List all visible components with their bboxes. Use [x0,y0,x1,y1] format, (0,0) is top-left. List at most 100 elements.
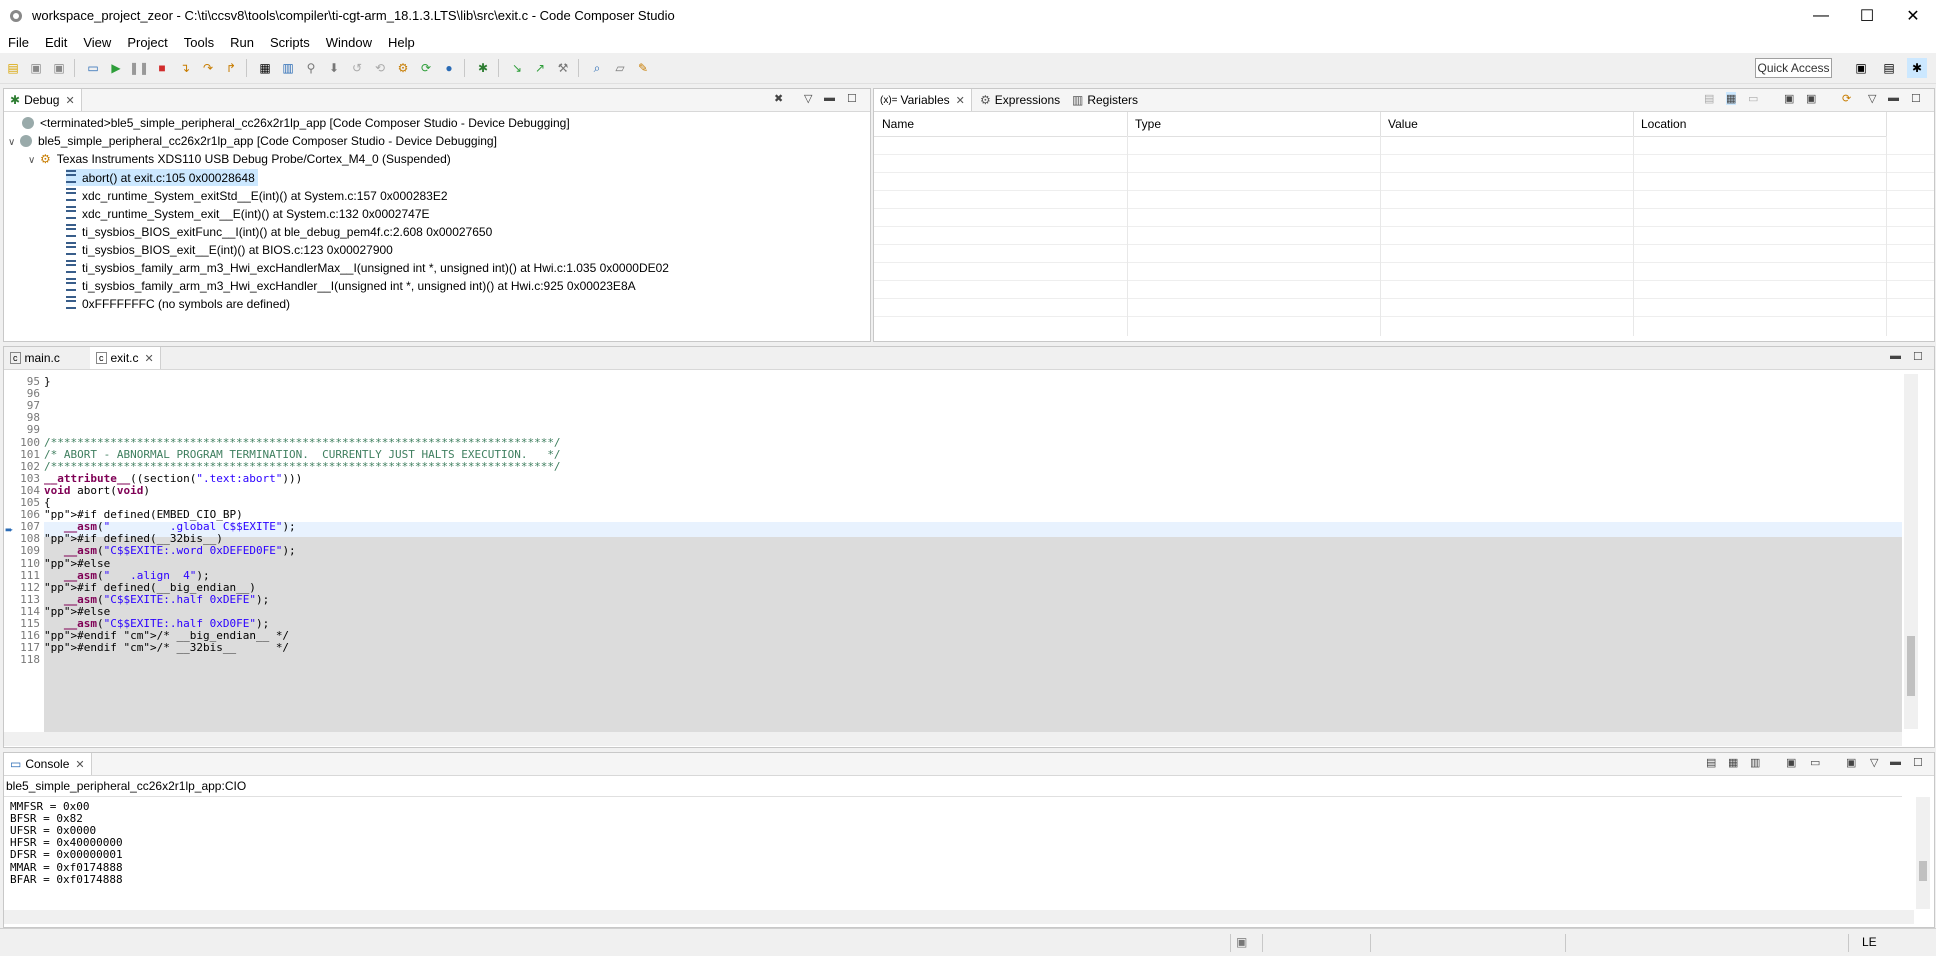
step-into-icon[interactable]: ↴ [175,58,195,78]
tab-expressions[interactable]: ⚙ Expressions [974,89,1066,111]
console-horizontal-scrollbar[interactable] [4,910,1914,924]
tab-registers[interactable]: ▥ Registers [1066,89,1144,111]
close-icon[interactable]: ✕ [145,352,154,365]
tab-exit-c[interactable]: c exit.c ✕ [90,347,161,369]
menu-edit[interactable]: Edit [37,35,75,50]
minimize-button[interactable]: — [1798,0,1844,31]
chevron-down-icon[interactable]: ∨ [28,152,40,169]
grid-icon[interactable]: ▦ [255,58,275,78]
annotation-icon[interactable]: ▱ [610,58,630,78]
close-button[interactable]: ✕ [1890,0,1936,31]
minimize-view-icon[interactable]: ▬ [824,92,835,104]
menu-window[interactable]: Window [318,35,380,50]
status-progress-icon[interactable]: ▣ [1236,935,1247,949]
column-header-location[interactable]: Location [1633,112,1887,137]
clear-console-icon[interactable]: ▤ [1706,756,1716,769]
bug-icon[interactable]: ✱ [473,58,493,78]
stack-frame[interactable]: abort() at exit.c:105 0x00028648 [66,169,258,186]
build-icon[interactable]: ⚙ [393,58,413,78]
save-all-icon[interactable]: ▣ [49,58,69,78]
minimize-view-icon[interactable]: ▬ [1888,92,1899,104]
close-icon[interactable]: ✕ [65,94,74,107]
open-perspective-icon[interactable]: ▣ [1851,58,1871,78]
launch-terminated[interactable]: <terminated>ble5_simple_peripheral_cc26x… [22,115,570,132]
display-console-icon[interactable]: ▭ [1810,756,1820,769]
view-menu-icon[interactable]: ▽ [804,92,812,105]
debug-perspective-icon[interactable]: ✱ [1907,58,1927,78]
open-console-icon[interactable]: ▣ [1846,756,1856,769]
show-type-icon[interactable]: ▦ [1726,92,1737,105]
reset-icon[interactable]: ⟲ [370,58,390,78]
column-header-value[interactable]: Value [1380,112,1634,137]
ccs-edit-perspective-icon[interactable]: ▤ [1879,58,1899,78]
menu-help[interactable]: Help [380,35,423,50]
tab-console[interactable]: ▭ Console ✕ [4,753,92,775]
prev-icon[interactable]: ↗ [530,58,550,78]
maximize-view-icon[interactable]: ☐ [1911,92,1921,105]
minimize-view-icon[interactable]: ▬ [1890,756,1901,768]
console-vertical-scrollbar[interactable] [1916,797,1930,909]
stack-frame[interactable]: ti_sysbios_family_arm_m3_Hwi_excHandlerM… [66,259,669,276]
remove-all-terminated-icon[interactable]: ✖ [774,92,783,105]
editor-vertical-scrollbar[interactable] [1904,374,1918,729]
editor-horizontal-scrollbar[interactable] [4,732,1902,746]
view-menu-icon[interactable]: ▽ [1870,756,1878,769]
restart-icon[interactable]: ↺ [347,58,367,78]
debug-view-icon[interactable]: ▭ [83,58,103,78]
menu-run[interactable]: Run [222,35,262,50]
new-icon[interactable]: ▤ [3,58,23,78]
connect-icon[interactable]: ⚲ [301,58,321,78]
tab-debug[interactable]: ✱ Debug ✕ [4,89,82,111]
step-over-icon[interactable]: ↷ [198,58,218,78]
debug-target[interactable]: ∨ ⚙ Texas Instruments XDS110 USB Debug Pro… [28,151,451,168]
view-menu-icon[interactable]: ▽ [1868,92,1876,105]
quick-access-input[interactable]: Quick Access [1755,58,1832,78]
stack-frame[interactable]: ti_sysbios_BIOS_exitFunc__I(int)() at bl… [66,223,492,240]
stack-frame[interactable]: ti_sysbios_BIOS_exit__E(int)() at BIOS.c… [66,241,393,258]
menu-project[interactable]: Project [119,35,175,50]
scroll-lock-icon[interactable]: ▦ [1728,756,1738,769]
refresh-icon[interactable]: ⟳ [416,58,436,78]
pin-icon[interactable]: ✎ [633,58,653,78]
stack-frame[interactable]: xdc_runtime_System_exit__E(int)() at Sys… [66,205,430,222]
refresh-icon[interactable]: ⟳ [1842,92,1851,105]
save-icon[interactable]: ▣ [26,58,46,78]
terminate-icon[interactable]: ■ [152,58,172,78]
collapse-icon[interactable]: ▤ [1704,92,1714,105]
word-wrap-icon[interactable]: ▥ [1750,756,1760,769]
memory-icon[interactable]: ▥ [278,58,298,78]
stack-frame[interactable]: ti_sysbios_family_arm_m3_Hwi_excHandler_… [66,277,636,294]
code-editor[interactable]: ➨ 95} 96 97 98 99 100/***********************… [4,374,1902,734]
stack-frame[interactable]: 0xFFFFFFFC (no symbols are defined) [66,295,290,312]
code-line[interactable]: 118 [4,652,1902,667]
menu-file[interactable]: File [0,35,37,50]
step-return-icon[interactable]: ↱ [221,58,241,78]
next-icon[interactable]: ↘ [507,58,527,78]
column-header-type[interactable]: Type [1127,112,1381,137]
menu-scripts[interactable]: Scripts [262,35,318,50]
launch-active[interactable]: ∨ ble5_simple_peripheral_cc26x2r1lp_app [… [8,133,497,150]
menu-view[interactable]: View [75,35,119,50]
run-icon[interactable]: ● [439,58,459,78]
maximize-button[interactable]: ☐ [1844,0,1890,31]
close-icon[interactable]: ✕ [956,94,965,107]
new-expression-icon[interactable]: ▣ [1784,92,1794,105]
resume-icon[interactable]: ▶ [106,58,126,78]
stack-frame[interactable]: xdc_runtime_System_exitStd__E(int)() at … [66,187,448,204]
maximize-view-icon[interactable]: ☐ [847,92,857,105]
export-icon[interactable]: ▣ [1806,92,1816,105]
menu-tools[interactable]: Tools [176,35,222,50]
tab-main-c[interactable]: c main.c [4,347,66,369]
maximize-view-icon[interactable]: ☐ [1913,350,1923,363]
minimize-view-icon[interactable]: ▬ [1890,350,1901,362]
console-output[interactable]: MMFSR = 0x00 BFSR = 0x82 UFSR = 0x0000 HFSR… [4,796,1902,909]
tab-variables[interactable]: (x)= Variables ✕ [874,89,972,111]
column-header-name[interactable]: Name [874,112,1128,137]
suspend-icon[interactable]: ❚❚ [129,58,149,78]
maximize-view-icon[interactable]: ☐ [1913,756,1923,769]
chevron-down-icon[interactable]: ∨ [8,134,20,151]
load-icon[interactable]: ⬇ [324,58,344,78]
close-icon[interactable]: ✕ [75,758,84,771]
search-icon[interactable]: ⌕ [587,58,607,78]
pin-console-icon[interactable]: ▣ [1786,756,1796,769]
